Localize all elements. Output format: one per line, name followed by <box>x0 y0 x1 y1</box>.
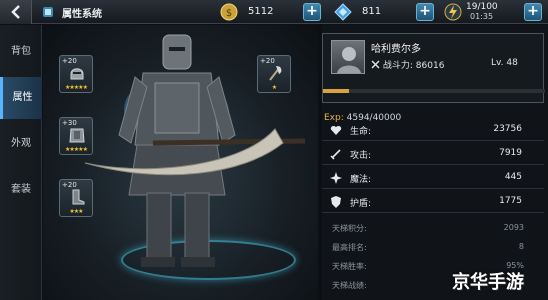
stat-value: 445 <box>504 172 522 182</box>
slot-stars: ★★★★★ <box>65 84 88 91</box>
stat-value: 23756 <box>493 124 522 134</box>
stat-row-hp: 生命: 23756 <box>322 119 544 141</box>
exp-bar-fill <box>323 89 349 93</box>
page-title: 属性系统 <box>62 9 102 20</box>
ladder-label: 天梯战绩: <box>332 281 367 290</box>
add-gem-button[interactable]: + <box>416 3 434 21</box>
back-arrow-icon <box>11 5 20 19</box>
top-bar: 属性系统 $ 5112 + 811 + 19/100 01:35 + <box>0 0 548 24</box>
add-energy-button[interactable]: + <box>524 3 542 21</box>
stat-value: 7919 <box>499 148 522 158</box>
gold-counter: $ 5112 <box>220 3 300 21</box>
slot-stars: ★★★ <box>69 208 83 215</box>
attribute-icon <box>43 7 53 17</box>
slot-stars: ★ <box>271 84 277 91</box>
slot-stars: ★★★★★ <box>65 146 88 153</box>
stat-label: 生命: <box>350 127 372 137</box>
gem-value: 811 <box>362 6 382 17</box>
stat-row-attack: 攻击: 7919 <box>322 143 544 165</box>
shield-icon <box>331 196 341 208</box>
boots-icon <box>72 189 85 205</box>
battle-power: 战斗力: 86016 <box>371 58 444 71</box>
lightning-icon <box>444 3 462 21</box>
tab-bag[interactable]: 背包 <box>0 31 42 73</box>
stat-label: 护盾: <box>350 199 372 209</box>
stat-row-magic: 魔法: 445 <box>322 167 544 189</box>
gold-coin-icon: $ <box>220 3 238 21</box>
armor-icon <box>69 128 85 143</box>
equipment-slot-armor[interactable]: +30 ★★★★★ <box>59 117 93 155</box>
stat-label: 魔法: <box>350 175 372 185</box>
crossed-swords-icon <box>371 60 380 69</box>
hero-profile: 哈利费尔多 战斗力: 86016 Lv. 48 <box>322 33 545 103</box>
ladder-label: 天梯积分: <box>332 224 367 233</box>
add-gold-button[interactable]: + <box>303 3 321 21</box>
axe-icon <box>269 66 282 81</box>
equipment-slot-helmet[interactable]: +20 ★★★★★ <box>59 55 93 93</box>
battle-power-value: 86016 <box>415 61 445 71</box>
character-stage: +20 ★★★★★ +20 ★ +30 ★★★★★ +20 ★★★ <box>43 25 318 300</box>
ladder-label: 最高排名: <box>332 243 367 252</box>
tab-set[interactable]: 套装 <box>0 169 42 211</box>
gem-icon <box>334 3 352 21</box>
equipment-slot-boots[interactable]: +20 ★★★ <box>59 179 93 217</box>
battle-power-label: 战斗力: <box>382 61 413 71</box>
heart-icon <box>330 125 342 135</box>
gem-counter: 811 <box>334 3 414 21</box>
hero-name: 哈利费尔多 <box>371 44 421 55</box>
tab-attributes[interactable]: 属性 <box>0 77 42 119</box>
hero-portrait-icon <box>337 47 361 73</box>
site-watermark: 京华手游 <box>452 272 524 293</box>
back-button[interactable] <box>0 0 32 24</box>
ladder-row-rank: 最高排名: 8 <box>328 238 524 258</box>
sword-icon <box>330 149 341 160</box>
energy-timer: 01:35 <box>470 12 494 21</box>
svg-text:$: $ <box>226 8 232 19</box>
hero-level: Lv. 48 <box>491 58 518 68</box>
ladder-value: 8 <box>518 242 524 251</box>
magic-icon <box>330 172 342 184</box>
stat-row-shield: 护盾: 1775 <box>322 191 544 213</box>
gold-value: 5112 <box>248 6 274 17</box>
equipment-slot-weapon[interactable]: +20 ★ <box>257 55 291 93</box>
exp-bar <box>323 89 545 93</box>
stat-value: 1775 <box>499 196 522 206</box>
avatar[interactable] <box>331 40 365 74</box>
helmet-icon <box>70 68 84 80</box>
ladder-value: 2093 <box>503 223 524 232</box>
stat-label: 攻击: <box>350 151 372 161</box>
hero-info-panel: 哈利费尔多 战斗力: 86016 Lv. 48 Exp: 4594/40000 … <box>322 25 548 300</box>
tab-appearance[interactable]: 外观 <box>0 123 42 165</box>
ladder-label: 天梯胜率: <box>332 262 367 271</box>
ladder-row-points: 天梯积分: 2093 <box>328 219 524 239</box>
sidebar: 背包 属性 外观 套装 <box>0 25 42 300</box>
energy-value: 19/100 <box>466 2 498 12</box>
